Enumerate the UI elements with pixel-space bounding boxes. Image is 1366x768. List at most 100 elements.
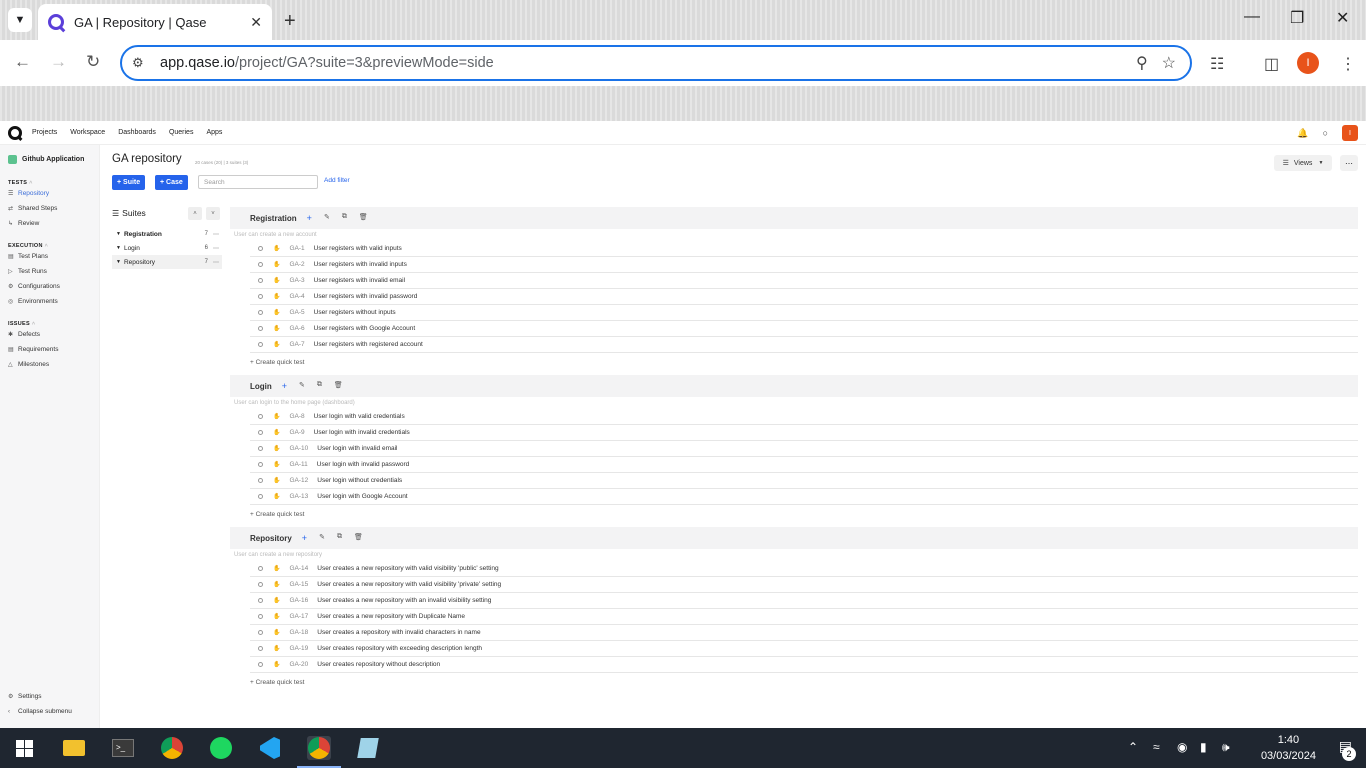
suite-header[interactable]: Repository + ✎ ⧉ 🗑 — [230, 527, 1358, 549]
create-quick-test-link[interactable]: + Create quick test — [250, 359, 1358, 367]
table-row[interactable]: ✋ GA-2 User registers with invalid inputs — [250, 257, 1358, 273]
notepad-icon[interactable] — [356, 736, 380, 760]
select-checkbox[interactable] — [258, 414, 263, 419]
select-checkbox[interactable] — [258, 462, 263, 467]
edit-icon[interactable]: ✎ — [319, 533, 325, 543]
camera-icon[interactable]: ◉ — [1177, 740, 1187, 754]
table-row[interactable]: ✋ GA-12 User login without credentials — [250, 473, 1358, 489]
add-suite-button[interactable]: + Suite — [112, 175, 146, 190]
sidebar-item-test-plans[interactable]: ▤ Test Plans — [8, 253, 99, 260]
notification-center-button[interactable]: ▤ 2 — [1339, 738, 1356, 761]
nav-workspace[interactable]: Workspace — [70, 129, 105, 136]
chat-icon[interactable]: ○ — [1323, 128, 1328, 138]
file-explorer-icon[interactable] — [62, 736, 86, 760]
user-avatar[interactable]: I — [1342, 125, 1358, 141]
chevron-up-icon[interactable]: ⌃ — [1128, 740, 1138, 754]
bell-icon[interactable]: 🔔 — [1297, 128, 1308, 139]
add-case-button[interactable]: + Case — [155, 175, 188, 190]
table-row[interactable]: ✋ GA-1 User registers with valid inputs — [250, 241, 1358, 257]
add-case-icon[interactable]: + — [282, 381, 287, 391]
table-row[interactable]: ✋ GA-20 User creates repository without de… — [250, 657, 1358, 673]
zoom-icon[interactable]: ⚲ — [1136, 53, 1148, 73]
suite-header[interactable]: Login + ✎ ⧉ 🗑 — [230, 375, 1358, 397]
start-button[interactable] — [12, 736, 36, 760]
site-settings-icon[interactable]: ⚙ — [132, 55, 152, 71]
table-row[interactable]: ✋ GA-4 User registers with invalid passwor… — [250, 289, 1358, 305]
close-window-button[interactable]: ✕ — [1336, 8, 1349, 28]
table-row[interactable]: ✋ GA-6 User registers with Google Account — [250, 321, 1358, 337]
select-checkbox[interactable] — [258, 278, 263, 283]
select-checkbox[interactable] — [258, 430, 263, 435]
nav-dashboards[interactable]: Dashboards — [118, 129, 156, 136]
sidebar-item-shared-steps[interactable]: ⇄ Shared Steps — [8, 205, 99, 212]
select-checkbox[interactable] — [258, 614, 263, 619]
menu-kebab-icon[interactable]: ⋮ — [1340, 54, 1356, 74]
create-quick-test-link[interactable]: + Create quick test — [250, 679, 1358, 687]
table-row[interactable]: ✋ GA-14 User creates a new repository with… — [250, 561, 1358, 577]
table-row[interactable]: ✋ GA-18 User creates a repository with inv… — [250, 625, 1358, 641]
sidebar-item-test-runs[interactable]: ▷ Test Runs — [8, 268, 99, 275]
tree-node-registration[interactable]: ▼ Registration 7 ⋯ — [112, 227, 222, 241]
search-input[interactable]: Search — [198, 175, 318, 189]
collapse-all-button[interactable]: ˄ — [188, 207, 202, 220]
qase-logo-icon[interactable] — [8, 125, 22, 140]
select-checkbox[interactable] — [258, 630, 263, 635]
select-checkbox[interactable] — [258, 446, 263, 451]
clone-icon[interactable]: ⧉ — [317, 381, 322, 391]
select-checkbox[interactable] — [258, 342, 263, 347]
add-filter-link[interactable]: Add filter — [324, 177, 350, 184]
nav-queries[interactable]: Queries — [169, 129, 194, 136]
add-case-icon[interactable]: + — [302, 533, 307, 543]
section-execution[interactable]: EXECUTION ˄ — [8, 243, 99, 249]
sidebar-item-repository[interactable]: ☰ Repository — [8, 190, 99, 197]
select-checkbox[interactable] — [258, 310, 263, 315]
clone-icon[interactable]: ⧉ — [342, 213, 347, 223]
system-clock[interactable]: 1:40 03/03/2024 — [1261, 732, 1316, 764]
table-row[interactable]: ✋ GA-10 User login with invalid email — [250, 441, 1358, 457]
minimize-button[interactable]: — — [1244, 8, 1260, 26]
select-checkbox[interactable] — [258, 566, 263, 571]
table-row[interactable]: ✋ GA-15 User creates a new repository with… — [250, 577, 1358, 593]
trash-icon[interactable]: 🗑 — [354, 533, 363, 543]
more-icon[interactable]: ⋯ — [213, 259, 219, 266]
collapse-submenu-button[interactable]: ‹ Collapse submenu — [8, 708, 72, 715]
trash-icon[interactable]: 🗑 — [359, 213, 368, 223]
spotify-icon[interactable] — [209, 736, 233, 760]
table-row[interactable]: ✋ GA-5 User registers without inputs — [250, 305, 1358, 321]
select-checkbox[interactable] — [258, 294, 263, 299]
more-options-button[interactable]: ⋯ — [1340, 155, 1358, 171]
close-tab-icon[interactable]: ✕ — [250, 14, 262, 31]
sidebar-item-environments[interactable]: ◎ Environments — [8, 298, 99, 305]
select-checkbox[interactable] — [258, 598, 263, 603]
sidebar-item-configurations[interactable]: ⚙ Configurations — [8, 283, 99, 290]
terminal-icon[interactable]: >_ — [111, 736, 135, 760]
tree-node-repository[interactable]: ▼ Repository 7 ⋯ — [112, 255, 222, 269]
forward-button[interactable]: → — [50, 52, 67, 72]
add-case-icon[interactable]: + — [307, 213, 312, 223]
nav-apps[interactable]: Apps — [206, 129, 222, 136]
section-issues[interactable]: ISSUES ˄ — [8, 321, 99, 327]
create-quick-test-link[interactable]: + Create quick test — [250, 511, 1358, 519]
edit-icon[interactable]: ✎ — [299, 381, 305, 391]
select-checkbox[interactable] — [258, 494, 263, 499]
chrome-profile-icon[interactable] — [297, 736, 341, 768]
table-row[interactable]: ✋ GA-8 User login with valid credentials — [250, 409, 1358, 425]
table-row[interactable]: ✋ GA-3 User registers with invalid email — [250, 273, 1358, 289]
more-icon[interactable]: ⋯ — [213, 231, 219, 238]
project-name[interactable]: Github Application — [8, 155, 99, 164]
table-row[interactable]: ✋ GA-11 User login with invalid password — [250, 457, 1358, 473]
wifi-icon[interactable]: ≈ — [1153, 740, 1160, 754]
trash-icon[interactable]: 🗑 — [334, 381, 343, 391]
select-checkbox[interactable] — [258, 326, 263, 331]
more-icon[interactable]: ⋯ — [213, 245, 219, 252]
extensions-icon[interactable]: ☷ — [1210, 54, 1224, 74]
select-checkbox[interactable] — [258, 478, 263, 483]
sidebar-item-requirements[interactable]: ▤ Requirements — [8, 346, 99, 353]
tree-node-login[interactable]: ▼ Login 6 ⋯ — [112, 241, 222, 255]
chrome-icon[interactable] — [160, 736, 184, 760]
clone-icon[interactable]: ⧉ — [337, 533, 342, 543]
suite-header[interactable]: Registration + ✎ ⧉ 🗑 — [230, 207, 1358, 229]
back-button[interactable]: ← — [14, 52, 31, 72]
sidebar-item-milestones[interactable]: △ Milestones — [8, 361, 99, 368]
select-checkbox[interactable] — [258, 662, 263, 667]
